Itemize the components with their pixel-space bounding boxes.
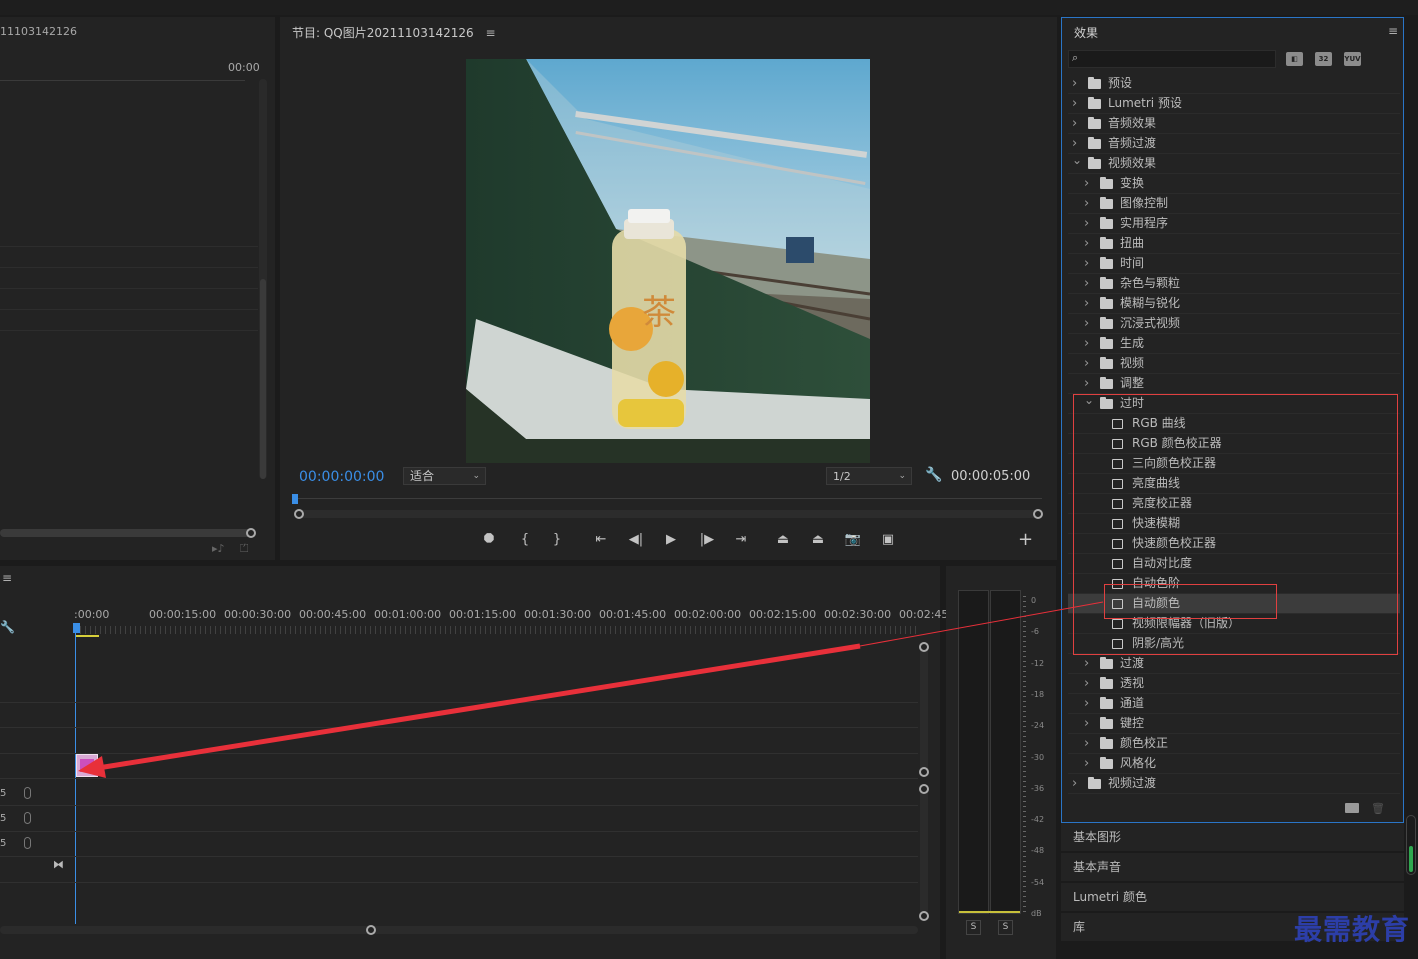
watermark-logo: 最需教育 <box>1294 913 1411 946</box>
annotation-arrow <box>78 601 1104 778</box>
